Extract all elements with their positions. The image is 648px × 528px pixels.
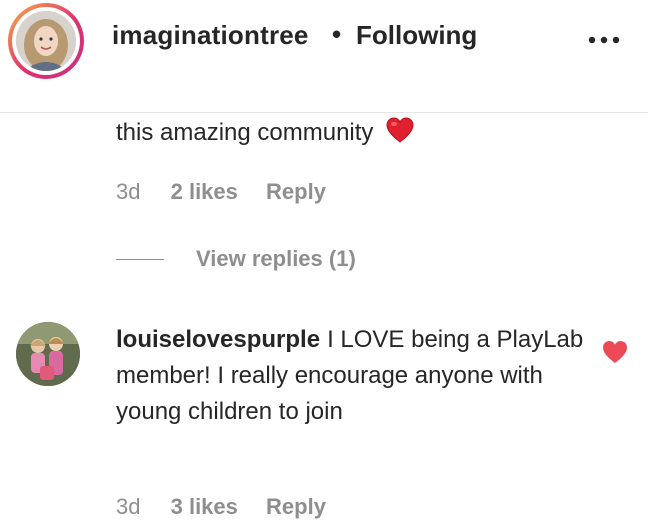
post-header: imaginationtree • Following: [0, 0, 648, 113]
comment-username[interactable]: louiselovespurple: [116, 326, 320, 353]
avatar-border: [12, 7, 80, 75]
view-replies-button[interactable]: View replies (1): [196, 246, 356, 272]
header-separator: •: [332, 19, 342, 49]
comment-time: 3d: [116, 179, 141, 204]
comment-text: this amazing community: [116, 116, 414, 150]
avatar[interactable]: [16, 11, 76, 71]
avatar-photo-icon: [16, 322, 80, 386]
likes-count[interactable]: 2 likes: [171, 179, 238, 204]
reply-button[interactable]: Reply: [266, 179, 326, 204]
replies-divider: [116, 259, 164, 260]
likes-count[interactable]: 3 likes: [171, 494, 238, 519]
more-options-icon[interactable]: [586, 30, 622, 50]
comment-body: louiselovespurple I LOVE being a PlayLab …: [116, 322, 586, 430]
header-username[interactable]: imaginationtree: [112, 20, 309, 51]
red-heart-emoji-icon: [386, 117, 414, 143]
avatar[interactable]: [16, 322, 80, 386]
story-ring[interactable]: [8, 3, 84, 79]
comment-text-content: this amazing community: [116, 119, 374, 146]
reply-button[interactable]: Reply: [266, 494, 326, 519]
comment-meta: 3d 3 likes Reply: [116, 494, 348, 520]
liked-heart-icon[interactable]: [602, 340, 628, 364]
avatar-photo-icon: [16, 11, 76, 71]
comment-time: 3d: [116, 494, 141, 519]
comment-meta: 3d 2 likes Reply: [116, 179, 348, 205]
following-button[interactable]: Following: [356, 20, 477, 51]
